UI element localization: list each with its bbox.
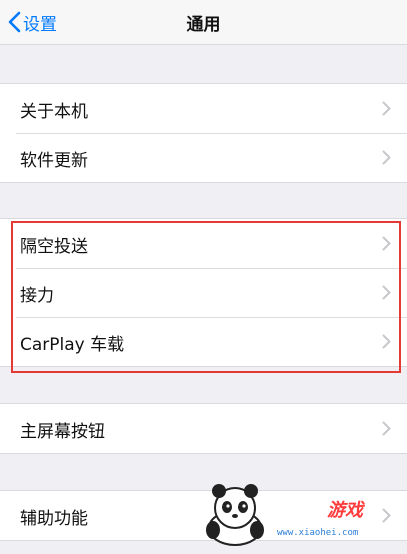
settings-row-software-update[interactable]: 软件更新 [0,133,407,182]
row-label: 接力 [20,286,54,306]
page-title: 通用 [186,15,221,35]
watermark-sub-text: 游戏 [327,500,363,521]
row-label: 隔空投送 [20,237,88,257]
chevron-right-icon [382,236,391,255]
row-label: 软件更新 [20,151,88,171]
settings-row-carplay[interactable]: CarPlay 车载 [0,317,407,366]
chevron-right-icon [382,334,391,353]
watermark-logo: 小黑 游戏 www.xiaohei.com [199,480,399,548]
chevron-right-icon [382,285,391,304]
row-label: 辅助功能 [20,509,88,529]
chevron-right-icon [382,421,391,440]
watermark-url: www.xiaohei.com [277,528,359,538]
settings-row-about[interactable]: 关于本机 [0,84,407,133]
row-label: 主屏幕按钮 [20,422,105,442]
settings-group-continuity: 隔空投送 接力 CarPlay 车载 [0,218,407,367]
settings-row-home-button[interactable]: 主屏幕按钮 [0,404,407,453]
settings-group-home-button: 主屏幕按钮 [0,403,407,454]
row-label: 关于本机 [20,102,88,122]
row-label: CarPlay 车载 [20,335,125,355]
chevron-right-icon [382,150,391,169]
chevron-right-icon [382,101,391,120]
settings-row-airdrop[interactable]: 隔空投送 [0,219,407,268]
settings-row-handoff[interactable]: 接力 [0,268,407,317]
navigation-bar: 设置 通用 [0,0,407,45]
settings-group-about: 关于本机 软件更新 [0,83,407,183]
